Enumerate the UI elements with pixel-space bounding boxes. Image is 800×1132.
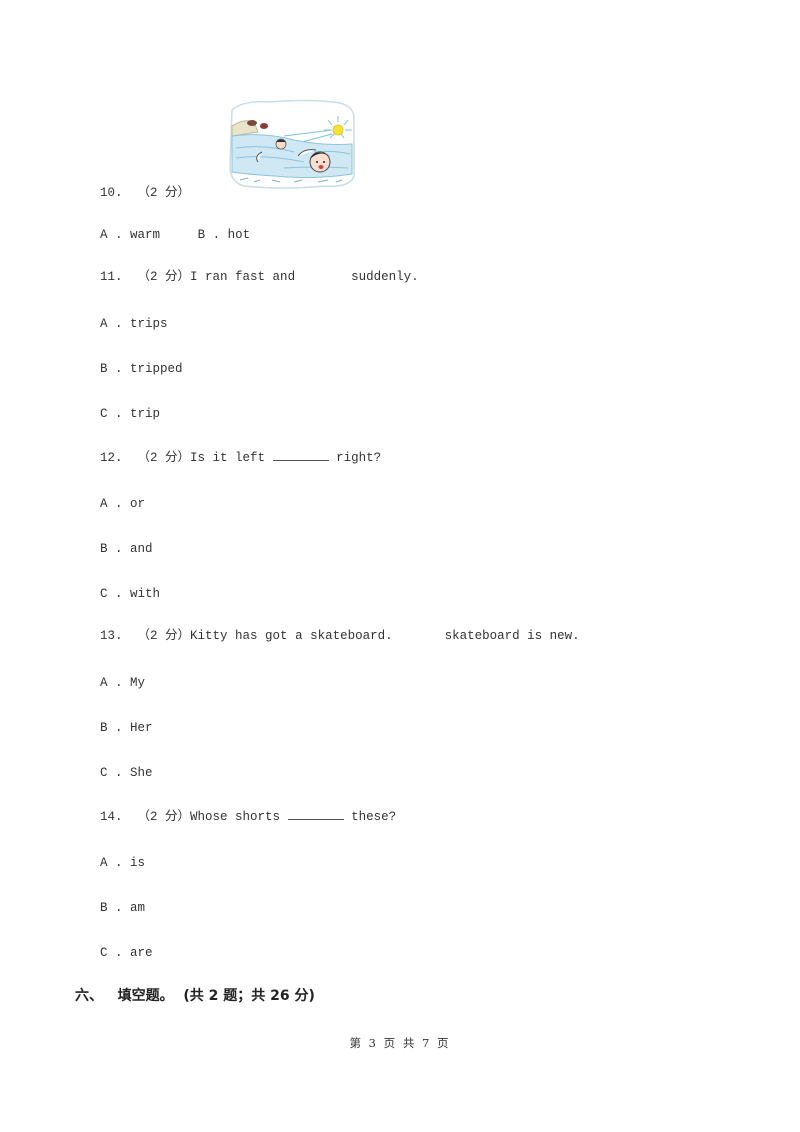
- question-11-option-c[interactable]: C . trip: [100, 406, 160, 422]
- option-text: hot: [227, 228, 251, 242]
- question-number: 11.: [100, 270, 123, 284]
- question-text-before: Is it left: [190, 451, 266, 465]
- question-points: （2 分）: [137, 629, 191, 643]
- section-number: 六、: [75, 988, 103, 1004]
- option-letter: A .: [100, 676, 123, 690]
- question-10-stem: 10. （2 分）: [100, 185, 190, 201]
- option-letter: B .: [100, 542, 123, 556]
- question-13-option-a[interactable]: A . My: [100, 675, 145, 691]
- option-text: are: [130, 946, 153, 960]
- question-points: （2 分）: [137, 810, 191, 824]
- section-summary: (共 2 题；共 26 分): [183, 988, 315, 1004]
- option-letter: C .: [100, 766, 123, 780]
- option-letter: A .: [100, 497, 123, 511]
- question-text-after: skateboard is new.: [444, 629, 580, 643]
- question-points: （2 分）: [137, 270, 191, 284]
- option-text: and: [130, 542, 153, 556]
- question-13-option-b[interactable]: B . Her: [100, 720, 153, 736]
- option-text: warm: [130, 228, 161, 242]
- question-text-before: Kitty has got a skateboard.: [190, 629, 393, 643]
- option-b[interactable]: B . hot: [198, 228, 251, 242]
- option-text: is: [130, 856, 146, 870]
- question-10-image: [224, 96, 358, 192]
- question-12-option-c[interactable]: C . with: [100, 586, 160, 602]
- question-text-after: right?: [336, 451, 382, 465]
- question-points: （2 分）: [137, 451, 191, 465]
- option-text: with: [130, 587, 161, 601]
- page-number-label: 第 3 页 共 7 页: [349, 1036, 451, 1050]
- section-heading: 六、 填空题。 (共 2 题；共 26 分): [75, 985, 315, 1005]
- option-letter: C .: [100, 946, 123, 960]
- answer-blank: [287, 808, 344, 820]
- question-number: 13.: [100, 629, 123, 643]
- answer-blank: [272, 449, 329, 461]
- option-letter: C .: [100, 587, 123, 601]
- option-text: trips: [130, 317, 168, 331]
- option-letter: B .: [100, 362, 123, 376]
- question-12-stem: 12. （2 分）Is it left right?: [100, 449, 381, 466]
- question-text-after: these?: [351, 810, 397, 824]
- option-text: trip: [130, 407, 161, 421]
- option-letter: A .: [100, 317, 123, 331]
- question-14-stem: 14. （2 分）Whose shorts these?: [100, 808, 396, 825]
- option-text: tripped: [130, 362, 183, 376]
- question-text-before: Whose shorts: [190, 810, 281, 824]
- option-letter: A .: [100, 228, 123, 242]
- question-12-option-b[interactable]: B . and: [100, 541, 153, 557]
- question-13-stem: 13. （2 分）Kitty has got a skateboard. skat…: [100, 628, 580, 644]
- question-11-stem: 11. （2 分）I ran fast and suddenly.: [100, 269, 419, 285]
- question-number: 14.: [100, 810, 123, 824]
- question-number: 10.: [100, 186, 123, 200]
- option-letter: C .: [100, 407, 123, 421]
- option-letter: A .: [100, 856, 123, 870]
- question-14-option-b[interactable]: B . am: [100, 900, 145, 916]
- question-text-after: suddenly.: [351, 270, 419, 284]
- option-text: am: [130, 901, 146, 915]
- question-12-option-a[interactable]: A . or: [100, 496, 145, 512]
- option-a[interactable]: A . warm: [100, 228, 160, 242]
- option-letter: B .: [100, 901, 123, 915]
- question-11-option-b[interactable]: B . tripped: [100, 361, 183, 377]
- question-14-option-a[interactable]: A . is: [100, 855, 145, 871]
- section-title: 填空题。: [117, 988, 174, 1004]
- question-14-option-c[interactable]: C . are: [100, 945, 153, 961]
- option-text: My: [130, 676, 146, 690]
- question-number: 12.: [100, 451, 123, 465]
- option-letter: B .: [100, 721, 123, 735]
- question-10-options: A . warm B . hot: [100, 227, 250, 243]
- page-footer: 第 3 页 共 7 页: [0, 1035, 800, 1051]
- option-text: or: [130, 497, 146, 511]
- question-11-option-a[interactable]: A . trips: [100, 316, 168, 332]
- question-13-option-c[interactable]: C . She: [100, 765, 153, 781]
- option-letter: B .: [197, 228, 221, 242]
- question-points: （2 分）: [137, 186, 191, 200]
- option-text: Her: [130, 721, 153, 735]
- swimming-child-illustration: [229, 99, 355, 189]
- option-text: She: [130, 766, 153, 780]
- question-text-before: I ran fast and: [190, 270, 296, 284]
